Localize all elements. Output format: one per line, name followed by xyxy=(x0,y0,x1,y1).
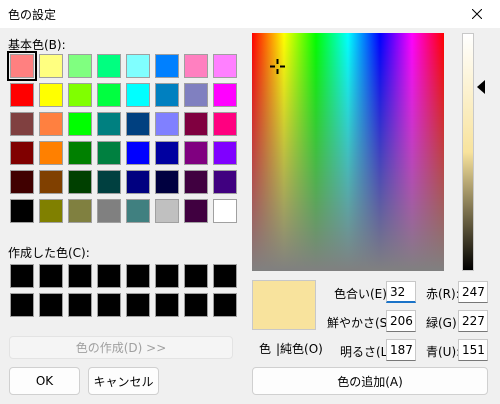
basic-color-swatch[interactable] xyxy=(39,54,63,78)
custom-color-swatch[interactable] xyxy=(39,264,63,288)
hue-input[interactable]: 32 xyxy=(386,281,416,303)
add-custom-colors-button[interactable]: 色の追加(A) xyxy=(252,367,488,395)
basic-color-swatch[interactable] xyxy=(213,141,237,165)
color-spectrum[interactable] xyxy=(252,33,444,271)
hue-label: 色合い(E): xyxy=(334,287,391,301)
basic-color-swatch[interactable] xyxy=(10,199,34,223)
custom-color-swatch[interactable] xyxy=(155,264,179,288)
close-button[interactable] xyxy=(454,0,500,28)
basic-color-swatch[interactable] xyxy=(213,54,237,78)
basic-color-swatch[interactable] xyxy=(184,83,208,107)
basic-color-swatch[interactable] xyxy=(39,141,63,165)
custom-color-swatch[interactable] xyxy=(184,264,208,288)
basic-colors-label: 基本色(B): xyxy=(8,38,66,52)
luminosity-input[interactable]: 187 xyxy=(386,339,416,361)
custom-color-swatch[interactable] xyxy=(213,264,237,288)
custom-color-swatch[interactable] xyxy=(10,264,34,288)
basic-color-swatch[interactable] xyxy=(126,83,150,107)
basic-color-swatch[interactable] xyxy=(39,83,63,107)
define-custom-colors-label: 色の作成(D) >> xyxy=(75,341,167,355)
custom-color-swatch[interactable] xyxy=(39,293,63,317)
basic-color-swatch[interactable] xyxy=(155,141,179,165)
basic-color-swatch[interactable] xyxy=(155,170,179,194)
color-preview xyxy=(252,280,316,330)
cancel-button[interactable]: キャンセル xyxy=(88,367,159,395)
red-input[interactable]: 247 xyxy=(458,281,488,303)
basic-color-swatch[interactable] xyxy=(68,112,92,136)
basic-color-swatch[interactable] xyxy=(126,54,150,78)
basic-color-swatch[interactable] xyxy=(184,141,208,165)
basic-color-swatch[interactable] xyxy=(68,141,92,165)
custom-color-swatch[interactable] xyxy=(68,293,92,317)
blue-input[interactable]: 151 xyxy=(458,339,488,361)
custom-color-swatch[interactable] xyxy=(213,293,237,317)
green-input[interactable]: 227 xyxy=(458,310,488,332)
custom-color-swatch[interactable] xyxy=(126,264,150,288)
basic-color-swatch[interactable] xyxy=(184,199,208,223)
basic-color-swatch[interactable] xyxy=(68,83,92,107)
basic-color-swatch[interactable] xyxy=(97,141,121,165)
basic-color-swatch[interactable] xyxy=(126,170,150,194)
custom-color-swatch[interactable] xyxy=(126,293,150,317)
basic-color-swatch[interactable] xyxy=(155,83,179,107)
basic-color-swatch[interactable] xyxy=(184,170,208,194)
basic-color-swatch[interactable] xyxy=(10,112,34,136)
basic-color-swatch[interactable] xyxy=(97,112,121,136)
custom-colors-label: 作成した色(C): xyxy=(8,246,90,260)
title-bar: 色の設定 xyxy=(0,0,500,28)
basic-color-swatch[interactable] xyxy=(10,170,34,194)
custom-color-swatch[interactable] xyxy=(97,293,121,317)
custom-color-swatch[interactable] xyxy=(97,264,121,288)
basic-color-swatch[interactable] xyxy=(39,199,63,223)
custom-color-swatch[interactable] xyxy=(155,293,179,317)
crosshair-icon xyxy=(270,59,285,74)
custom-color-swatch[interactable] xyxy=(68,264,92,288)
basic-color-swatch[interactable] xyxy=(97,199,121,223)
basic-color-swatch[interactable] xyxy=(213,199,237,223)
basic-color-swatch[interactable] xyxy=(97,54,121,78)
basic-color-swatch[interactable] xyxy=(184,54,208,78)
red-label: 赤(R): xyxy=(426,287,460,301)
basic-color-swatch[interactable] xyxy=(213,83,237,107)
cancel-label: キャンセル xyxy=(93,374,154,389)
window-title: 色の設定 xyxy=(8,8,57,22)
basic-color-swatch[interactable] xyxy=(68,199,92,223)
basic-color-swatch[interactable] xyxy=(39,170,63,194)
basic-color-swatch[interactable] xyxy=(39,112,63,136)
basic-color-swatch[interactable] xyxy=(126,199,150,223)
basic-color-swatch[interactable] xyxy=(68,170,92,194)
saturation-input[interactable]: 206 xyxy=(386,310,416,332)
basic-color-swatch[interactable] xyxy=(184,112,208,136)
basic-color-swatch[interactable] xyxy=(213,170,237,194)
basic-color-swatch[interactable] xyxy=(97,170,121,194)
define-custom-colors-button[interactable]: 色の作成(D) >> xyxy=(9,336,233,359)
basic-color-swatch[interactable] xyxy=(155,112,179,136)
ok-button[interactable]: OK xyxy=(9,367,80,395)
green-label: 緑(G): xyxy=(426,316,461,330)
basic-color-swatch[interactable] xyxy=(97,83,121,107)
basic-color-swatch[interactable] xyxy=(126,112,150,136)
add-custom-colors-label: 色の追加(A) xyxy=(337,374,403,389)
luminosity-arrow-icon[interactable] xyxy=(477,80,485,94)
custom-colors-grid xyxy=(10,264,237,317)
basic-color-swatch[interactable] xyxy=(155,54,179,78)
blue-label: 青(U): xyxy=(426,345,461,359)
basic-color-swatch[interactable] xyxy=(213,112,237,136)
basic-color-swatch[interactable] xyxy=(68,54,92,78)
basic-color-swatch[interactable] xyxy=(7,51,37,81)
basic-color-swatch[interactable] xyxy=(155,199,179,223)
custom-color-swatch[interactable] xyxy=(10,293,34,317)
color-preview-label: 色 xyxy=(259,342,272,356)
basic-color-swatch[interactable] xyxy=(10,83,34,107)
custom-color-swatch[interactable] xyxy=(184,293,208,317)
basic-color-swatch[interactable] xyxy=(126,141,150,165)
basic-colors-grid xyxy=(7,51,237,223)
close-icon xyxy=(472,9,482,19)
ok-label: OK xyxy=(35,374,54,388)
solid-color-label[interactable]: |純色(O) xyxy=(276,340,323,357)
luminosity-slider[interactable] xyxy=(462,33,474,271)
basic-color-swatch[interactable] xyxy=(10,141,34,165)
